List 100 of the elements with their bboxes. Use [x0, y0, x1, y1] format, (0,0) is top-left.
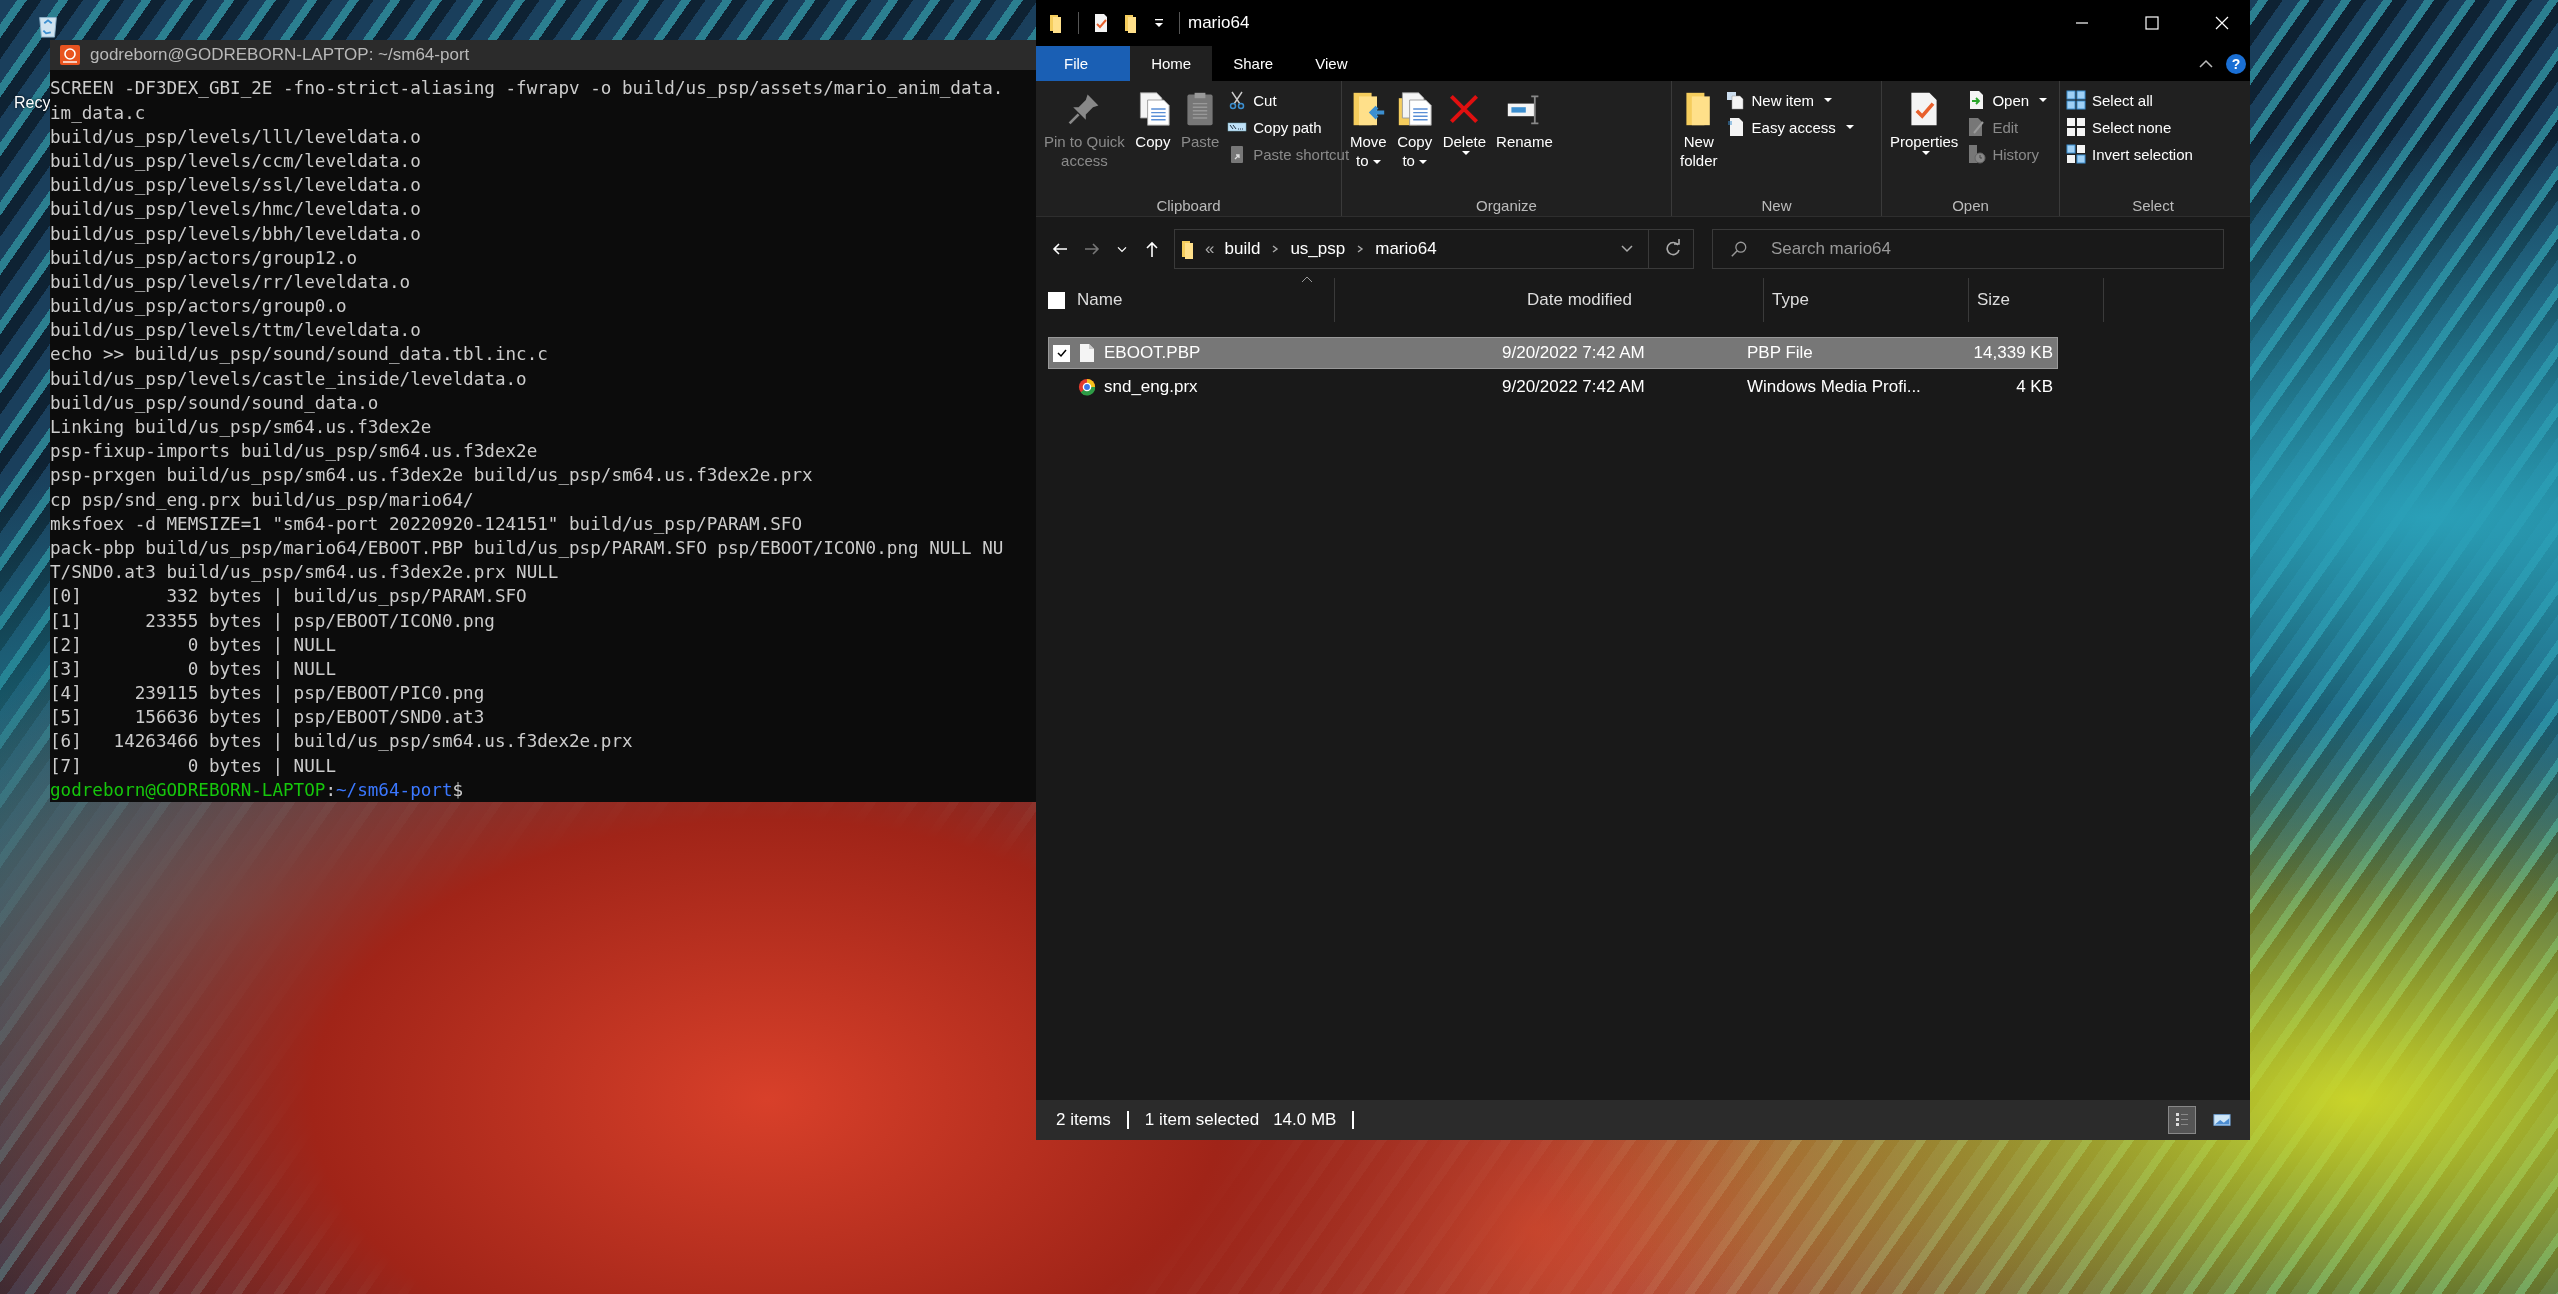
terminal-output-line: build/us_psp/actors/group12.o: [50, 246, 358, 270]
terminal-output-line: [3] 0 bytes | NULL: [50, 657, 336, 681]
column-header[interactable]: Size: [1969, 278, 2104, 322]
terminal-output-line: mksfoex -d MEMSIZE=1 "sm64-port 20220920-124151" build/us_psp/PARAM.SFO: [50, 512, 803, 536]
terminal-output-line: Linking build/us_psp/sm64.us.f3dex2e: [50, 416, 432, 439]
checkmark-icon: [1055, 347, 1068, 359]
ribbon-button[interactable]: New folder: [1676, 87, 1722, 197]
terminal-output-line: build/us_psp/levels/ccm/leveldata.o: [50, 149, 421, 173]
terminal-output-line: T/SND0.at3 build/us_psp/sm64.us.f3dex2e.prx NULL: [50, 561, 559, 585]
ribbon-button[interactable]: New item: [1723, 87, 1856, 113]
column-header[interactable]: Date modified: [1519, 278, 1764, 322]
folder-icon: [1048, 13, 1064, 33]
ribbon-group-label: Select: [2132, 197, 2174, 214]
terminal-output-line: [2] 0 bytes | NULL: [50, 633, 336, 657]
breadcrumb[interactable]: mario64: [1375, 239, 1437, 259]
terminal-output-line: pack-pbp build/us_psp/mario64/EBOOT.PBP build/us_psp/PARAM.SFO psp/EBOOT/ICON0.png NULL NU: [50, 536, 1004, 560]
address-bar[interactable]: « build us_psp mario64: [1174, 229, 1694, 269]
document-icon: [1725, 117, 1746, 137]
ribbon-button[interactable]: Select all: [2064, 87, 2195, 113]
terminal-output-line: [1] 23355 bytes | psp/EBOOT/ICON0.png: [50, 609, 495, 633]
ribbon-button[interactable]: Properties: [1886, 87, 1963, 197]
row-checkbox[interactable]: [1053, 344, 1070, 362]
file-row[interactable]: EBOOT.PBP 9/20/2022 7:42 AM PBP File 14,339 KB: [1048, 337, 2058, 369]
ribbon-button[interactable]: Copy: [1130, 87, 1175, 197]
ribbon-button[interactable]: Invert selection: [2064, 141, 2195, 167]
ribbon-group-label: New: [1761, 197, 1792, 214]
close-icon[interactable]: [2214, 15, 2230, 31]
terminal-output-line: SCREEN -DF3DEX_GBI_2E -fno-strict-aliasing -fwrapv -o build/us_psp/assets/mario_anim_data.: [50, 77, 1004, 101]
folder-icon: [1181, 239, 1195, 259]
table-cell-text: PBP File: [1746, 343, 1814, 363]
terminal-output-line: build/us_psp/levels/bbh/leveldata.o: [50, 222, 421, 246]
ribbon-button[interactable]: Delete: [1438, 87, 1491, 197]
search-icon: [1730, 240, 1748, 258]
details-view-button[interactable]: [2168, 1106, 2196, 1134]
terminal-output-line: build/us_psp/actors/group0.o: [50, 295, 347, 319]
ribbon-group-label: Clipboard: [1156, 197, 1221, 214]
edit-icon: [1966, 117, 1987, 137]
file-name: EBOOT.PBP: [1104, 343, 1201, 363]
terminal-output-line: [6] 14263466 bytes | build/us_psp/sm64.us.f3dex2e.prx: [50, 730, 633, 754]
ribbon-button[interactable]: Rename: [1492, 87, 1557, 197]
ribbon-tab[interactable]: Share: [1212, 46, 1295, 81]
customize-dropdown-icon[interactable]: [1153, 17, 1165, 29]
terminal-output-line: build/us_psp/levels/castle_inside/leveldata.o: [50, 367, 527, 391]
terminal-output-line: echo >> build/us_psp/sound/sound_data.tbl.inc.c: [50, 343, 548, 367]
terminal-output-line: build/us_psp/levels/rr/leveldata.o: [50, 270, 411, 294]
terminal-title: godreborn@GODREBORN-LAPTOP: ~/sm64-port: [90, 45, 470, 66]
terminal-output-line: build/us_psp/levels/lll/leveldata.o: [50, 125, 421, 149]
ribbon-group-label: Open: [1952, 197, 1989, 214]
search-field[interactable]: Search mario64: [1712, 229, 2224, 269]
selection-status: 1 item selected: [1144, 1110, 1260, 1130]
select-none-icon: [2066, 117, 2086, 137]
ribbon-button[interactable]: Easy access: [1723, 114, 1856, 140]
window-title: mario64: [1188, 13, 1250, 33]
image-icon: [2213, 1112, 2231, 1128]
ribbon-tab[interactable]: View: [1294, 46, 1369, 81]
terminal-output-line: im_data.c: [50, 101, 146, 125]
breadcrumb[interactable]: us_psp: [1290, 239, 1346, 259]
ribbon-tab[interactable]: File: [1036, 46, 1131, 81]
terminal-prompt: godreborn@GODREBORN-LAPTOP:~/sm64-port$: [50, 778, 464, 802]
file-name: snd_eng.prx: [1104, 377, 1198, 397]
terminal-output-line: cp psp/snd_eng.prx build/us_psp/mario64/: [50, 488, 474, 512]
properties-icon[interactable]: [1093, 13, 1109, 33]
chevron-down-icon[interactable]: [1620, 244, 1634, 254]
ribbon-tab[interactable]: Home: [1130, 46, 1213, 81]
terminal-output-line: build/us_psp/levels/ssl/leveldata.o: [50, 174, 421, 198]
maximize-icon[interactable]: [2144, 15, 2160, 31]
collapse-ribbon-icon[interactable]: [2198, 58, 2214, 69]
select-all-icon: [2066, 90, 2086, 110]
new-item-icon: [1725, 90, 1746, 110]
table-cell-text: Windows Media Profi...: [1746, 377, 1922, 397]
terminal-app-icon: [60, 45, 80, 66]
table-cell-text: 9/20/2022 7:42 AM: [1501, 343, 1646, 363]
ribbon-button[interactable]: Open: [1964, 87, 2050, 113]
breadcrumb[interactable]: build: [1224, 239, 1261, 259]
details-list-icon: [2173, 1112, 2191, 1128]
terminal-output-line: build/us_psp/levels/ttm/leveldata.o: [50, 319, 421, 343]
terminal-output-line: [4] 239115 bytes | psp/EBOOT/PIC0.png: [50, 682, 485, 706]
ribbon-button[interactable]: Copy to: [1392, 87, 1437, 197]
ribbon-button[interactable]: Copy path: [1225, 114, 1352, 140]
history-icon: [1966, 144, 1987, 164]
ribbon-button[interactable]: Cut: [1225, 87, 1352, 113]
selection-size: 14.0 MB: [1273, 1110, 1337, 1130]
item-count: 2 items: [1056, 1110, 1111, 1130]
terminal-output-line: build/us_psp/levels/hmc/leveldata.o: [50, 198, 421, 222]
ribbon-button[interactable]: Select none: [2064, 114, 2195, 140]
copy-to-folder-icon: [1396, 91, 1433, 127]
desktop-icon-label[interactable]: Recy: [14, 94, 51, 112]
new-folder-icon[interactable]: [1123, 13, 1139, 33]
column-header[interactable]: Type: [1764, 278, 1969, 322]
help-button[interactable]: ?: [2226, 53, 2246, 74]
file-row[interactable]: snd_eng.prx 9/20/2022 7:42 AM Windows Media Profi... 4 KB: [1048, 371, 2058, 403]
terminal-output-line: [7] 0 bytes | NULL: [50, 754, 336, 778]
terminal-output-line: psp-fixup-imports build/us_psp/sm64.us.f3dex2e: [50, 440, 538, 464]
table-cell-text: 9/20/2022 7:42 AM: [1501, 377, 1646, 397]
select-all-checkbox[interactable]: [1048, 291, 1065, 309]
column-header[interactable]: Name: [1069, 278, 1335, 322]
ribbon-group-label: Organize: [1476, 197, 1537, 214]
terminal-output-line: [5] 156636 bytes | psp/EBOOT/SND0.at3: [50, 706, 485, 730]
table-cell-text: 4 KB: [2015, 377, 2054, 397]
terminal-output-line: build/us_psp/sound/sound_data.o: [50, 391, 379, 415]
